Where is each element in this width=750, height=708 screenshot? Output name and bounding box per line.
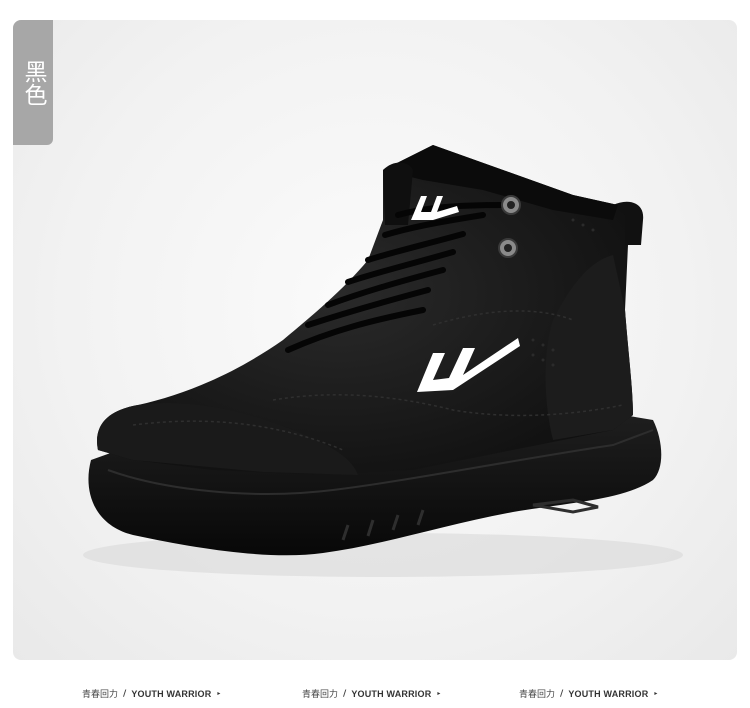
brand-en: YOUTH WARRIOR: [351, 688, 432, 699]
brand-cn: 青春回力: [82, 690, 119, 700]
brand-separator: /: [123, 688, 127, 699]
brand-footer: 青春回力 / YOUTH WARRIOR ▸ 青春回力 / YOUTH WARR…: [0, 680, 750, 708]
arrow-right-icon: ▸: [654, 690, 658, 697]
arrow-right-icon: ▸: [437, 690, 441, 697]
brand-item: 青春回力 / YOUTH WARRIOR ▸: [302, 687, 441, 701]
brand-cn: 青春回力: [302, 690, 339, 700]
black-high-top-sneaker-image: [83, 145, 683, 577]
brand-separator: /: [560, 688, 564, 699]
brand-cn: 青春回力: [519, 690, 556, 700]
arrow-right-icon: ▸: [217, 690, 221, 697]
color-tag: 黑色: [13, 20, 53, 145]
brand-en: YOUTH WARRIOR: [131, 688, 212, 699]
brand-en: YOUTH WARRIOR: [568, 688, 649, 699]
brand-item: 青春回力 / YOUTH WARRIOR ▸: [82, 687, 221, 701]
brand-separator: /: [343, 688, 347, 699]
color-tag-label: 黑色: [20, 59, 46, 106]
brand-item: 青春回力 / YOUTH WARRIOR ▸: [519, 687, 658, 701]
product-photo-panel: 黑色: [13, 20, 737, 660]
